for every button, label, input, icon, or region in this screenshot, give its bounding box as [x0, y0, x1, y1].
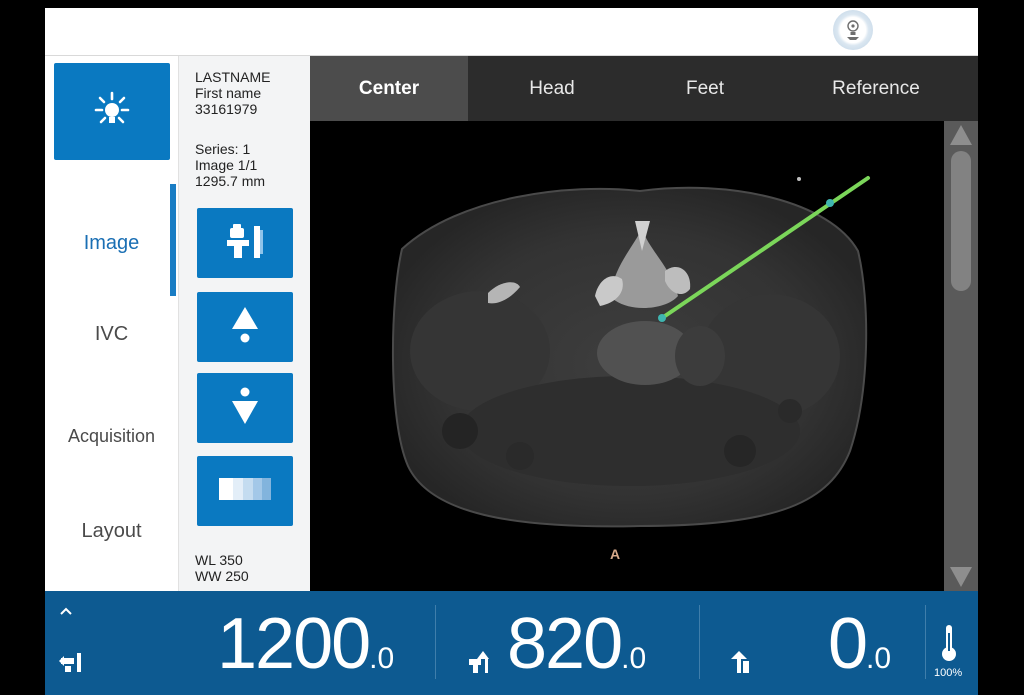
tube-heat-percent: 100% [934, 667, 963, 679]
series-info: Series: 1 Image 1/1 1295.7 mm [195, 141, 265, 189]
readout-separator [699, 605, 700, 679]
table-position-value: 820 [507, 604, 623, 684]
patient-id: 33161979 [195, 101, 258, 117]
image-viewport[interactable]: A [310, 121, 944, 591]
scroll-thumb[interactable] [951, 151, 971, 291]
tab-reference[interactable]: Reference [774, 56, 978, 121]
tilt-decimal: .0 [866, 642, 892, 675]
table-position-decimal: .0 [621, 642, 647, 675]
move-up-button[interactable] [197, 292, 293, 362]
readout-bar: 1200.0 820.0 0.0 100% [45, 591, 978, 695]
tilt-readout: 0.0 [828, 599, 891, 695]
image-number: Image 1/1 [195, 157, 258, 173]
gantry-status-icon[interactable] [833, 10, 873, 50]
table-button[interactable] [197, 208, 293, 278]
window-level: WL 350 [195, 552, 243, 568]
patient-firstname: First name [195, 85, 262, 101]
top-bar [45, 8, 978, 56]
table-height-value: 1200 [217, 604, 371, 684]
right-black-margin [978, 0, 1024, 695]
patient-info: LASTNAME First name 33161979 [195, 69, 270, 117]
window-width: WW 250 [195, 568, 249, 584]
nav-item-acquisition[interactable]: Acquisition [45, 426, 178, 447]
view-tabs: Center Head Feet Reference [310, 56, 978, 121]
readout-separator [435, 605, 436, 679]
app-window: Image IVC Acquisition Layout LASTNAME Fi… [45, 8, 978, 695]
left-nav: Image IVC Acquisition Layout [45, 56, 178, 591]
patient-lastname: LASTNAME [195, 69, 271, 85]
info-panel: LASTNAME First name 33161979 Series: 1 I… [178, 56, 310, 591]
light-button[interactable] [54, 63, 170, 160]
tilt-value: 0 [828, 604, 868, 684]
move-down-button[interactable] [197, 373, 293, 443]
light-icon [92, 89, 132, 134]
table-position-icon [465, 649, 491, 680]
thermometer-icon [940, 623, 958, 668]
readout-separator [925, 605, 926, 679]
nav-item-image[interactable]: Image [45, 232, 178, 255]
move-up-icon [230, 305, 260, 350]
table-icon [225, 222, 265, 265]
tilt-icon [729, 649, 753, 680]
windowing-icon [219, 477, 271, 505]
table-horizontal-icon [59, 651, 83, 678]
table-height-decimal: .0 [369, 642, 395, 675]
viewport-scrollbar[interactable] [944, 121, 978, 591]
orientation-label: A [610, 546, 621, 562]
nav-item-layout[interactable]: Layout [45, 520, 178, 543]
nav-item-ivc[interactable]: IVC [45, 323, 178, 346]
ct-slice-image [391, 176, 870, 528]
slice-position: 1295.7 mm [195, 173, 266, 189]
windowing-button[interactable] [197, 456, 293, 526]
table-height-readout: 1200.0 [217, 599, 394, 695]
move-down-icon [230, 386, 260, 431]
top-black-band [0, 0, 1024, 8]
window-values: WL 350 WW 250 [195, 552, 249, 584]
series-number: Series: 1 [195, 141, 251, 157]
left-black-margin [0, 0, 45, 695]
tab-head[interactable]: Head [468, 56, 636, 121]
tab-center[interactable]: Center [310, 56, 468, 121]
table-position-readout: 820.0 [507, 599, 646, 695]
expand-chevron-icon[interactable] [59, 603, 73, 621]
tab-feet[interactable]: Feet [636, 56, 774, 121]
